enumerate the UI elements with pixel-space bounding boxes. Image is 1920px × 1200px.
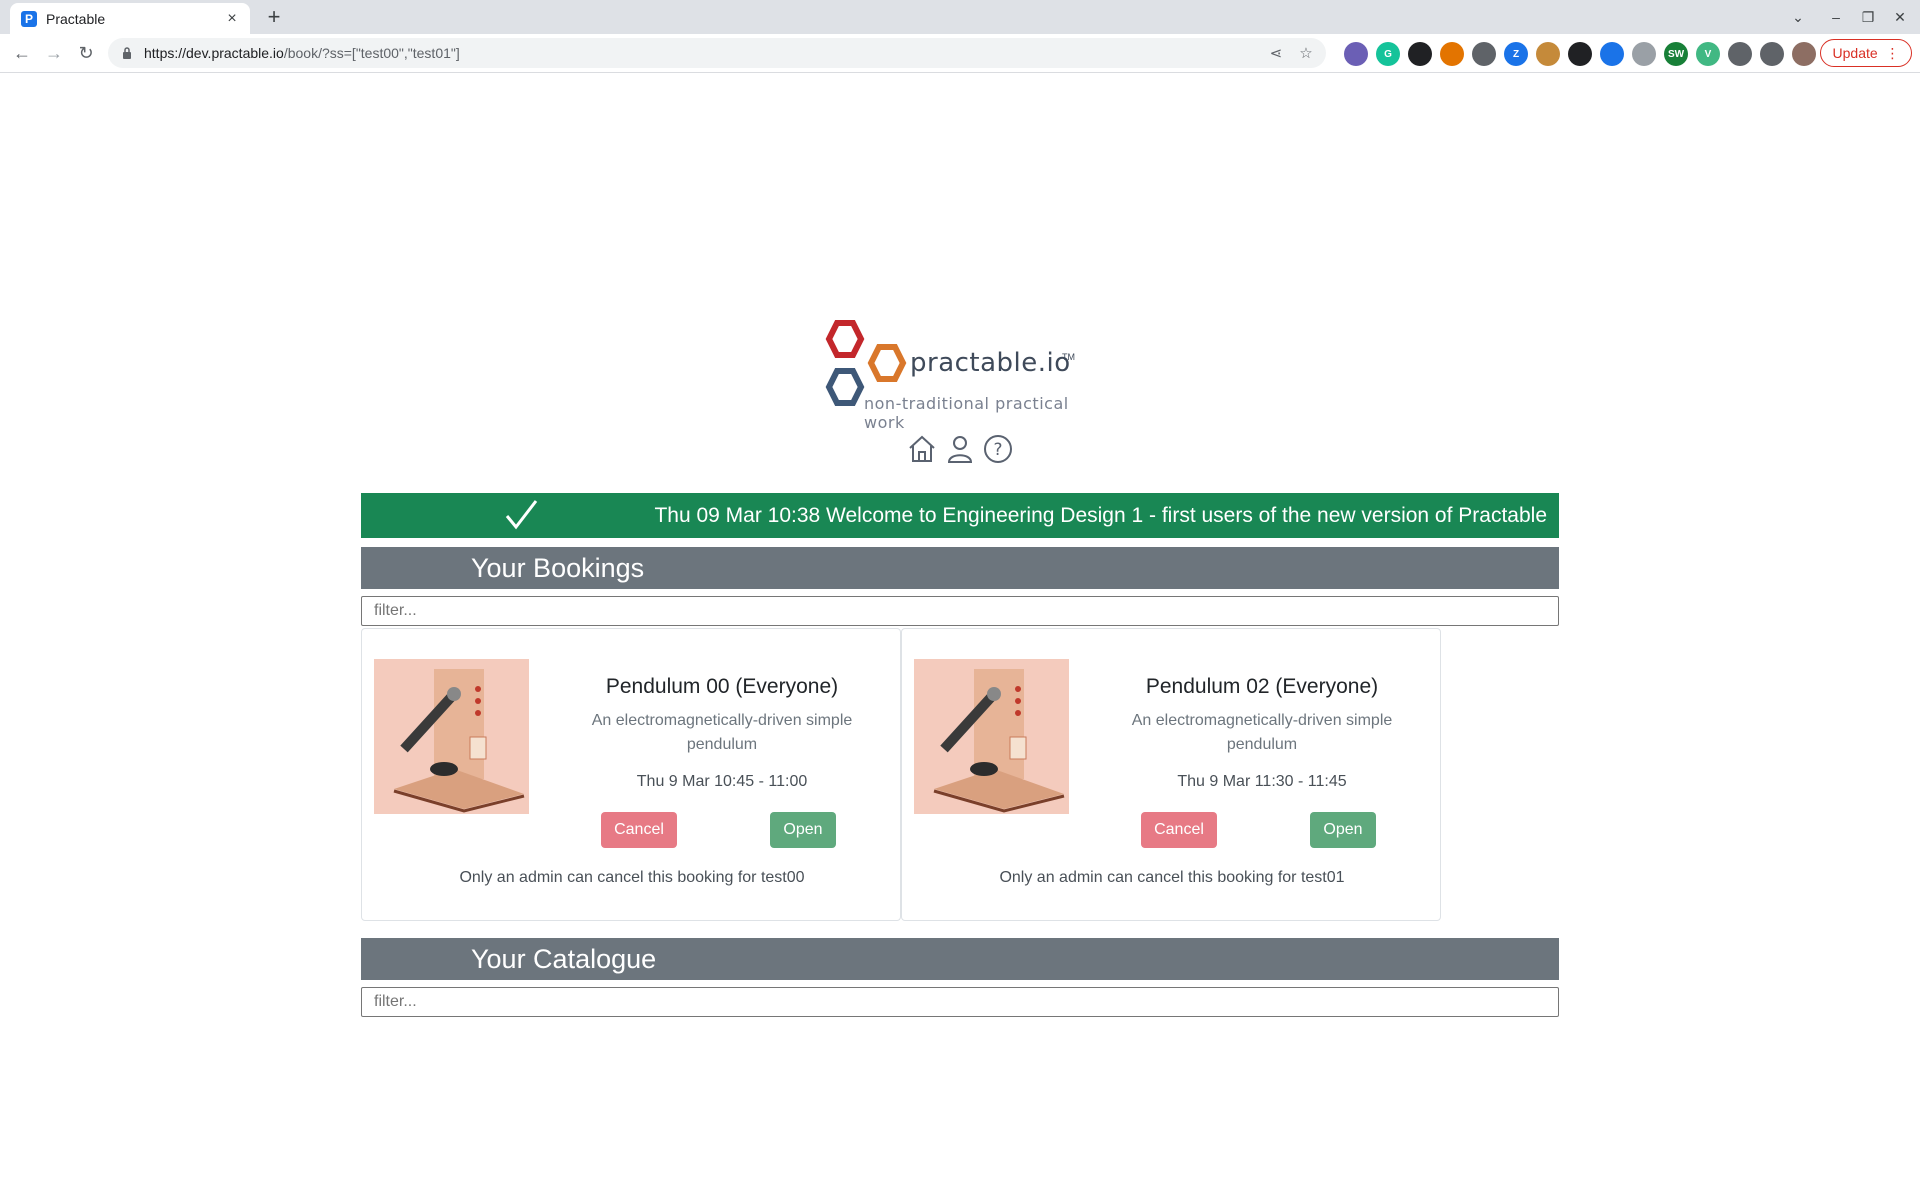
logo-wordmark: practable.io: [910, 348, 1071, 378]
browser-tab-strip: P Practable × + ⌄ – ❐ ✕: [0, 0, 1920, 34]
booking-admin-note: Only an admin can cancel this booking fo…: [459, 869, 805, 886]
lock-icon: [120, 46, 134, 60]
browser-tab[interactable]: P Practable ×: [10, 3, 250, 34]
tab-title: Practable: [46, 10, 106, 27]
extensions-row: G Z SW V: [1344, 42, 1816, 66]
new-tab-button[interactable]: +: [260, 4, 288, 29]
svg-text:?: ?: [993, 440, 1002, 460]
puzzle-icon[interactable]: [1728, 42, 1752, 66]
url-host: https://dev.practable.io: [144, 45, 284, 61]
booking-name: Pendulum 00 (Everyone): [605, 675, 839, 698]
booking-name: Pendulum 02 (Everyone): [1145, 675, 1379, 698]
cancel-booking-button[interactable]: Cancel: [601, 812, 677, 848]
cam-icon[interactable]: [1568, 42, 1592, 66]
booking-description: An electromagnetically-driven simple pen…: [591, 712, 853, 753]
sw-icon[interactable]: SW: [1664, 42, 1688, 66]
tab-close-icon[interactable]: ×: [224, 10, 240, 27]
rainbow-icon[interactable]: [1440, 42, 1464, 66]
bookings-header: Your Bookings: [361, 547, 1559, 589]
pendulum-image: [374, 659, 529, 814]
reload-icon[interactable]: ↻: [74, 41, 98, 65]
help-icon[interactable]: ?: [982, 433, 1014, 465]
url-text: https://dev.practable.io/book/?ss=["test…: [144, 45, 460, 61]
window-close-icon[interactable]: ✕: [1888, 5, 1912, 29]
booking-time: Thu 9 Mar 11:30 - 11:45: [1177, 773, 1347, 790]
doc-icon[interactable]: [1632, 42, 1656, 66]
tab-search-chevron-icon[interactable]: ⌄: [1786, 5, 1810, 29]
sync-icon[interactable]: [1408, 42, 1432, 66]
forward-arrow-icon[interactable]: →: [42, 41, 66, 65]
browser-update-button[interactable]: Update ⋮: [1820, 39, 1912, 67]
open-booking-button[interactable]: Open: [1310, 812, 1376, 848]
catalogue-filter-input[interactable]: [361, 987, 1559, 1017]
booking-description: An electromagnetically-driven simple pen…: [1131, 712, 1393, 753]
share-icon[interactable]: ⋖: [1266, 43, 1286, 63]
top-nav-icons: ?: [906, 433, 1014, 465]
user-icon[interactable]: [944, 433, 976, 465]
bookings-filter-input[interactable]: [361, 596, 1559, 626]
globe-ext-icon[interactable]: [1344, 42, 1368, 66]
bookmark-star-icon[interactable]: ☆: [1296, 43, 1316, 63]
checkmark-icon: [505, 500, 538, 530]
window-restore-icon[interactable]: ❐: [1856, 5, 1880, 29]
grammarly-icon[interactable]: G: [1376, 42, 1400, 66]
welcome-banner: Thu 09 Mar 10:38 Welcome to Engineering …: [361, 493, 1559, 538]
bookings-title: Your Bookings: [471, 553, 645, 583]
wave-icon[interactable]: [1600, 42, 1624, 66]
booking-time: Thu 9 Mar 10:45 - 11:00: [636, 773, 808, 790]
home-icon[interactable]: [906, 433, 938, 465]
catalogue-header: Your Catalogue: [361, 938, 1559, 980]
sidepanel-icon[interactable]: [1760, 42, 1784, 66]
banner-message: Thu 09 Mar 10:38 Welcome to Engineering …: [654, 504, 1547, 527]
practable-logo[interactable]: practable.io TM non-traditional practica…: [810, 318, 1110, 432]
browser-toolbar: ← → ↻ https://dev.practable.io/book/?ss=…: [0, 34, 1920, 73]
practable-favicon-icon: P: [21, 10, 37, 27]
url-path: /book/?ss=["test00","test01"]: [283, 45, 460, 61]
cookie-icon[interactable]: [1536, 42, 1560, 66]
pendulum-image: [914, 659, 1069, 814]
zotero-icon[interactable]: Z: [1504, 42, 1528, 66]
logo-tagline: non-traditional practical work: [864, 394, 1069, 432]
back-arrow-icon[interactable]: ←: [10, 41, 34, 65]
cancel-booking-button[interactable]: Cancel: [1141, 812, 1217, 848]
update-label: Update: [1832, 45, 1878, 61]
booking-card: Pendulum 02 (Everyone) An electromagneti…: [901, 628, 1441, 921]
catalogue-title: Your Catalogue: [471, 944, 657, 974]
avatar-icon[interactable]: [1792, 42, 1816, 66]
vue-icon[interactable]: V: [1696, 42, 1720, 66]
booking-admin-note: Only an admin can cancel this booking fo…: [999, 869, 1345, 886]
logo-tm: TM: [1062, 352, 1075, 362]
address-bar[interactable]: https://dev.practable.io/book/?ss=["test…: [108, 38, 1326, 68]
open-booking-button[interactable]: Open: [770, 812, 836, 848]
pulse-icon[interactable]: [1472, 42, 1496, 66]
window-minimize-icon[interactable]: –: [1824, 5, 1848, 29]
booking-card: Pendulum 00 (Everyone) An electromagneti…: [361, 628, 901, 921]
